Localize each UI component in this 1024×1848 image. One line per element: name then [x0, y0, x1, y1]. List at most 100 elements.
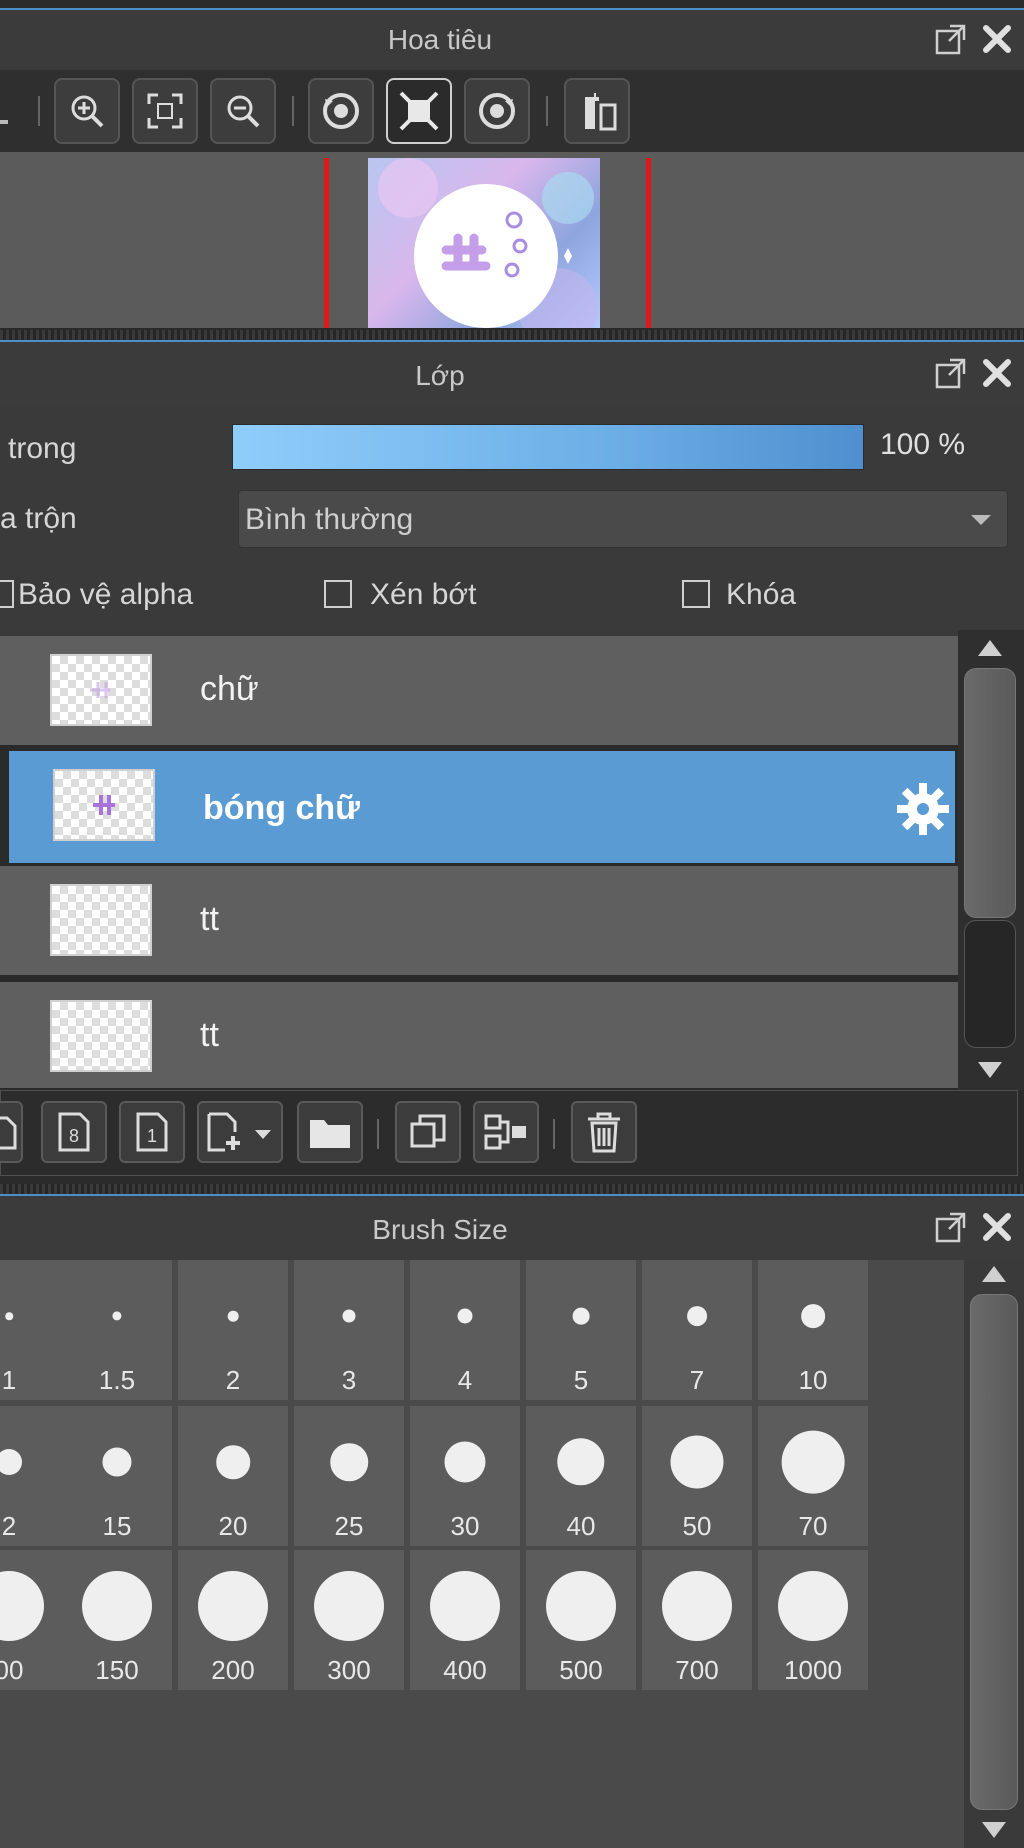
- layer-name: bóng chữ: [203, 789, 360, 827]
- brush-preview-dot: [112, 1311, 122, 1321]
- rotate-right-button[interactable]: [464, 78, 530, 144]
- zoom-out-button[interactable]: [210, 78, 276, 144]
- add-8bit-layer-button[interactable]: 8: [41, 1101, 107, 1163]
- flip-horizontal-icon: [585, 93, 617, 131]
- brush-size-cell[interactable]: 00: [0, 1550, 64, 1690]
- brush-preview-dot: [0, 1571, 44, 1641]
- scroll-down-arrow-icon[interactable]: [978, 1062, 1002, 1078]
- close-icon[interactable]: [980, 22, 1014, 56]
- navigator-preview[interactable]: [0, 152, 1024, 328]
- zoom-tool-partial-icon[interactable]: [0, 90, 14, 130]
- alpha-protect-checkbox[interactable]: [0, 580, 14, 608]
- delete-layer-button[interactable]: [571, 1101, 637, 1163]
- close-icon[interactable]: [980, 1210, 1014, 1244]
- brush-size-cell[interactable]: 2: [0, 1406, 64, 1546]
- add-1bit-layer-button[interactable]: 1: [119, 1101, 185, 1163]
- lock-checkbox[interactable]: [682, 580, 710, 608]
- brush-size-cell[interactable]: 25: [294, 1406, 404, 1546]
- brush-size-cell[interactable]: 70: [758, 1406, 868, 1546]
- layer-row[interactable]: tt: [0, 866, 958, 978]
- brush-size-cell[interactable]: 200: [178, 1550, 288, 1690]
- brush-size-cell[interactable]: 1000: [758, 1550, 868, 1690]
- blend-mode-select[interactable]: Bình thường: [238, 490, 1008, 548]
- brush-size-cell[interactable]: 500: [526, 1550, 636, 1690]
- brush-size-cell[interactable]: 400: [410, 1550, 520, 1690]
- panel-splitter[interactable]: [0, 330, 1024, 340]
- add-layer-menu-button[interactable]: [197, 1101, 283, 1163]
- merge-down-icon: [484, 1114, 526, 1150]
- toolbar-separator: [38, 96, 40, 126]
- brush-size-cell[interactable]: 10: [758, 1260, 868, 1400]
- fit-screen-button[interactable]: [132, 78, 198, 144]
- layer-thumbnail: [53, 769, 155, 841]
- brush-size-label: 1.5: [98, 1365, 136, 1395]
- brush-size-cell[interactable]: 150: [62, 1550, 172, 1690]
- brush-size-cell[interactable]: 7: [642, 1260, 752, 1400]
- brush-preview-dot: [444, 1441, 486, 1483]
- scrollbar-track[interactable]: [964, 920, 1016, 1048]
- layer-row[interactable]: chữ: [0, 636, 958, 748]
- float-window-icon[interactable]: [934, 356, 968, 390]
- add-layer-button[interactable]: [0, 1101, 23, 1163]
- brush-size-cell[interactable]: 5: [526, 1260, 636, 1400]
- layer-toolbar: 8 1: [0, 1090, 1018, 1176]
- gear-icon[interactable]: [895, 781, 951, 837]
- clipping-checkbox[interactable]: [324, 580, 352, 608]
- brush-preview-dot: [801, 1304, 825, 1328]
- brush-size-cell[interactable]: 20: [178, 1406, 288, 1546]
- scroll-up-arrow-icon[interactable]: [982, 1266, 1006, 1282]
- brush-size-cell[interactable]: 30: [410, 1406, 520, 1546]
- add-folder-button[interactable]: [297, 1101, 363, 1163]
- brush-preview-dot: [572, 1307, 590, 1325]
- scroll-up-arrow-icon[interactable]: [978, 640, 1002, 656]
- brush-size-cell[interactable]: 4: [410, 1260, 520, 1400]
- brush-size-cell[interactable]: 3: [294, 1260, 404, 1400]
- brush-preview-dot: [457, 1308, 473, 1324]
- view-frame-right: [646, 158, 651, 328]
- brush-size-cell[interactable]: 700: [642, 1550, 752, 1690]
- merge-down-button[interactable]: [473, 1101, 539, 1163]
- blend-mode-label: a trộn: [0, 502, 77, 535]
- brush-size-cell[interactable]: 50: [642, 1406, 752, 1546]
- brush-size-label: 15: [102, 1511, 132, 1541]
- layer-row[interactable]: tt: [0, 982, 958, 1088]
- brush-size-label: 25: [334, 1511, 364, 1541]
- brush-size-cell[interactable]: 1: [0, 1260, 64, 1400]
- brush-preview-dot: [342, 1309, 356, 1323]
- scroll-down-arrow-icon[interactable]: [982, 1822, 1006, 1838]
- add-layer-menu-icon: [207, 1112, 271, 1152]
- opacity-slider[interactable]: [232, 424, 864, 470]
- zoom-in-button[interactable]: [54, 78, 120, 144]
- close-icon[interactable]: [980, 356, 1014, 390]
- float-window-icon[interactable]: [934, 22, 968, 56]
- brush-size-cell[interactable]: 1.5: [62, 1260, 172, 1400]
- brush-size-label: 30: [450, 1511, 480, 1541]
- brush-size-scrollbar[interactable]: [964, 1260, 1024, 1848]
- brush-size-cell[interactable]: 40: [526, 1406, 636, 1546]
- brush-preview-dot: [546, 1571, 616, 1641]
- rotate-right-icon: [479, 93, 515, 129]
- navigator-title: Hoa tiêu: [387, 24, 493, 55]
- opacity-label: trong: [8, 432, 77, 465]
- toolbar-separator: [546, 96, 548, 126]
- brush-size-header: Brush Size: [0, 1194, 1024, 1260]
- brush-size-label: 150: [95, 1655, 139, 1685]
- scrollbar-thumb[interactable]: [964, 668, 1016, 918]
- brush-size-label: 200: [211, 1655, 255, 1685]
- reset-view-button[interactable]: [386, 78, 452, 144]
- duplicate-layer-button[interactable]: [395, 1101, 461, 1163]
- layer-row-selected[interactable]: bóng chữ: [6, 748, 958, 866]
- flip-horizontal-button[interactable]: [564, 78, 630, 144]
- brush-size-cell[interactable]: 15: [62, 1406, 172, 1546]
- brush-size-cell[interactable]: 300: [294, 1550, 404, 1690]
- float-window-icon[interactable]: [934, 1210, 968, 1244]
- brush-size-cell[interactable]: 2: [178, 1260, 288, 1400]
- panel-splitter[interactable]: [0, 1184, 1024, 1194]
- rotate-left-button[interactable]: [308, 78, 374, 144]
- scrollbar-thumb[interactable]: [970, 1294, 1018, 1810]
- layer-list-scrollbar[interactable]: [958, 630, 1024, 1090]
- layers-title: Lớp: [415, 360, 465, 391]
- brush-preview-dot: [0, 1449, 22, 1475]
- brush-preview-dot: [557, 1438, 605, 1486]
- brush-preview-dot: [216, 1445, 250, 1479]
